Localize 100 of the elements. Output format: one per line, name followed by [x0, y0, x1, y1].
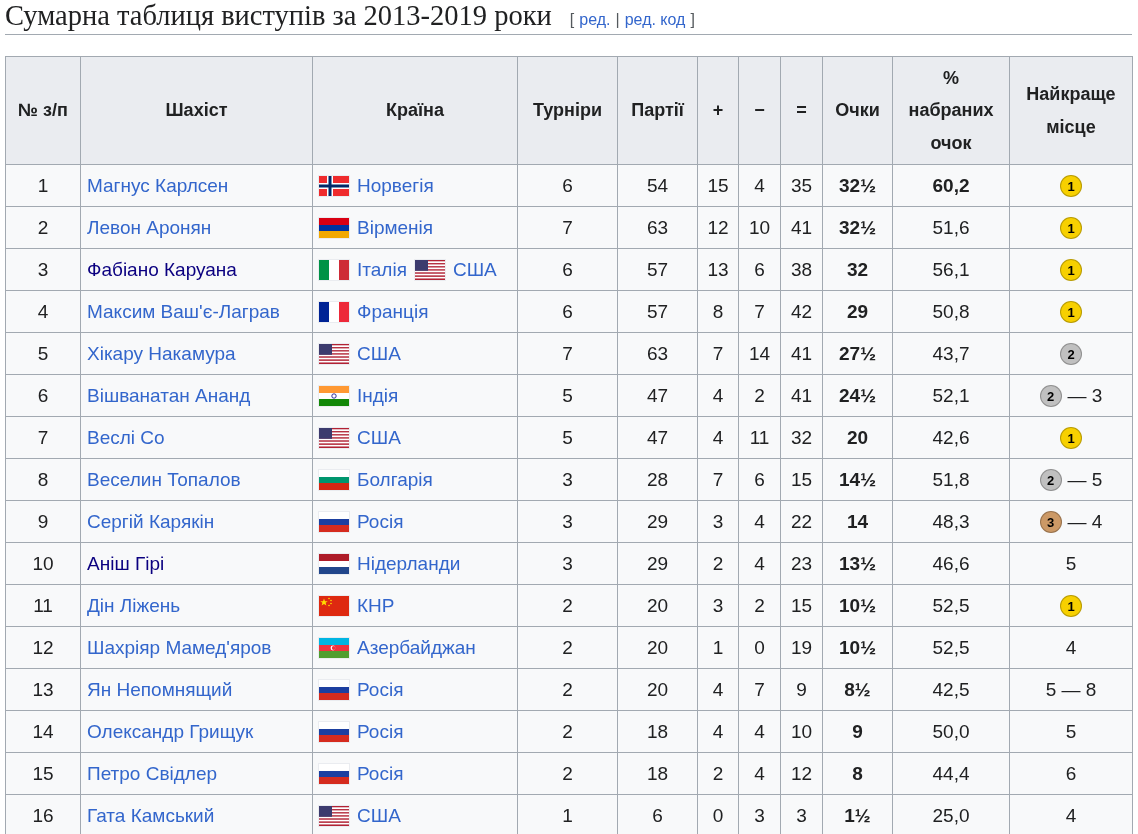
- country-link[interactable]: Вірменія: [357, 217, 434, 239]
- player-link[interactable]: Аніш Гірі: [87, 552, 165, 574]
- country-link[interactable]: Індія: [357, 385, 399, 407]
- country-link[interactable]: США: [357, 343, 401, 365]
- table-cell: 42: [780, 290, 823, 333]
- table-cell: 5: [517, 416, 618, 459]
- column-header[interactable]: −: [738, 56, 781, 165]
- table-cell: 20: [822, 416, 893, 459]
- table-cell: 22: [780, 500, 823, 543]
- table-cell: 35: [780, 164, 823, 207]
- table-cell: 8: [5, 458, 81, 501]
- column-header[interactable]: +: [697, 56, 739, 165]
- edit-link[interactable]: ред.: [579, 11, 611, 29]
- table-cell: 5: [5, 332, 81, 375]
- column-header[interactable]: Найкраще місце: [1009, 56, 1133, 165]
- table-cell: 63: [617, 206, 698, 249]
- table-cell: 13: [5, 668, 81, 711]
- table-cell: 2: [517, 752, 618, 795]
- table-cell: 7: [517, 332, 618, 375]
- table-cell: 42,6: [892, 416, 1010, 459]
- table-cell: 47: [617, 416, 698, 459]
- country-link[interactable]: Норвегія: [357, 175, 434, 197]
- country-link[interactable]: Італія: [357, 259, 407, 281]
- table-cell: 9: [5, 500, 81, 543]
- medal-badge: 1: [1060, 595, 1082, 618]
- table-cell: 1: [697, 626, 739, 669]
- flag-icon: [319, 722, 349, 742]
- country-link[interactable]: КНР: [357, 595, 395, 617]
- flag-icon: [319, 386, 349, 406]
- column-header[interactable]: Шахіст: [80, 56, 313, 165]
- table-cell: 6: [5, 374, 81, 417]
- table-cell: 14: [5, 710, 81, 753]
- table-cell: 57: [617, 290, 698, 333]
- table-cell: 23: [780, 542, 823, 585]
- column-header[interactable]: % набраних очок: [892, 56, 1010, 165]
- table-cell: 8½: [822, 668, 893, 711]
- medal-badge: 2: [1039, 385, 1062, 408]
- flag-icon: [319, 344, 349, 364]
- country-link[interactable]: США: [357, 805, 401, 827]
- column-header[interactable]: Очки: [822, 56, 893, 165]
- table-cell: 52,1: [892, 374, 1010, 417]
- table-cell: 50,8: [892, 290, 1010, 333]
- table-cell: 20: [617, 626, 698, 669]
- table-cell: 44,4: [892, 752, 1010, 795]
- table-cell: 10: [738, 206, 781, 249]
- edit-link[interactable]: ред. код: [624, 11, 686, 29]
- table-cell: 9: [780, 668, 823, 711]
- table-cell: 4: [697, 668, 739, 711]
- column-header[interactable]: № з/п: [5, 56, 81, 165]
- table-cell: 4: [738, 542, 781, 585]
- medal-badge: 1: [1060, 301, 1082, 324]
- player-link[interactable]: Веслі Со: [87, 426, 165, 448]
- table-cell: 57: [617, 248, 698, 291]
- table-cell: 52,5: [892, 626, 1010, 669]
- table-cell: 11: [5, 584, 81, 627]
- place-text: 4: [1065, 804, 1077, 826]
- country-link[interactable]: Росія: [357, 679, 404, 701]
- table-cell: 13½: [822, 542, 893, 585]
- country-link[interactable]: Франція: [357, 301, 429, 323]
- table-cell: 10: [780, 710, 823, 753]
- country-link[interactable]: США: [357, 427, 401, 449]
- medal-badge: 1: [1060, 259, 1082, 282]
- column-header[interactable]: =: [780, 56, 823, 165]
- table-cell: 51,8: [892, 458, 1010, 501]
- column-header[interactable]: Країна: [312, 56, 518, 165]
- table-cell: 47: [617, 374, 698, 417]
- country-link[interactable]: США: [452, 259, 497, 281]
- medal-badge: 3: [1039, 511, 1062, 534]
- country-link[interactable]: Росія: [357, 763, 404, 785]
- separator: |: [615, 11, 620, 29]
- table-cell: 32½: [822, 164, 893, 207]
- place-text: 5 — 8: [1045, 678, 1097, 700]
- section-title: Сумарна таблиця виступів за 2013-2019 роки: [5, 0, 552, 32]
- table-cell: 4: [697, 710, 739, 753]
- table-cell: 32½: [822, 206, 893, 249]
- medal-badge: 2: [1039, 469, 1062, 492]
- flag-icon: [319, 806, 349, 826]
- table-cell: 10½: [822, 584, 893, 627]
- country-link[interactable]: Болгарія: [357, 469, 433, 491]
- table-cell: 54: [617, 164, 698, 207]
- table-cell: 5: [517, 374, 618, 417]
- country-link[interactable]: Росія: [357, 511, 404, 533]
- flag-icon: [319, 302, 349, 322]
- medal-badge: 2: [1060, 343, 1082, 366]
- table-cell: 20: [617, 584, 698, 627]
- table-cell: 29: [617, 500, 698, 543]
- table-cell: 12: [5, 626, 81, 669]
- table-cell: 38: [780, 248, 823, 291]
- country-link[interactable]: Росія: [357, 721, 404, 743]
- table-cell: 63: [617, 332, 698, 375]
- table-cell: 2: [697, 542, 739, 585]
- column-header[interactable]: Партії: [617, 56, 698, 165]
- column-header[interactable]: Турніри: [517, 56, 618, 165]
- place-text: — 5: [1067, 469, 1103, 492]
- table-cell: 14: [738, 332, 781, 375]
- flag-icon: [319, 596, 349, 616]
- medal-badge: 1: [1060, 427, 1082, 450]
- table-cell: 4: [738, 752, 781, 795]
- table-cell: 12: [780, 752, 823, 795]
- table-cell: 3: [697, 500, 739, 543]
